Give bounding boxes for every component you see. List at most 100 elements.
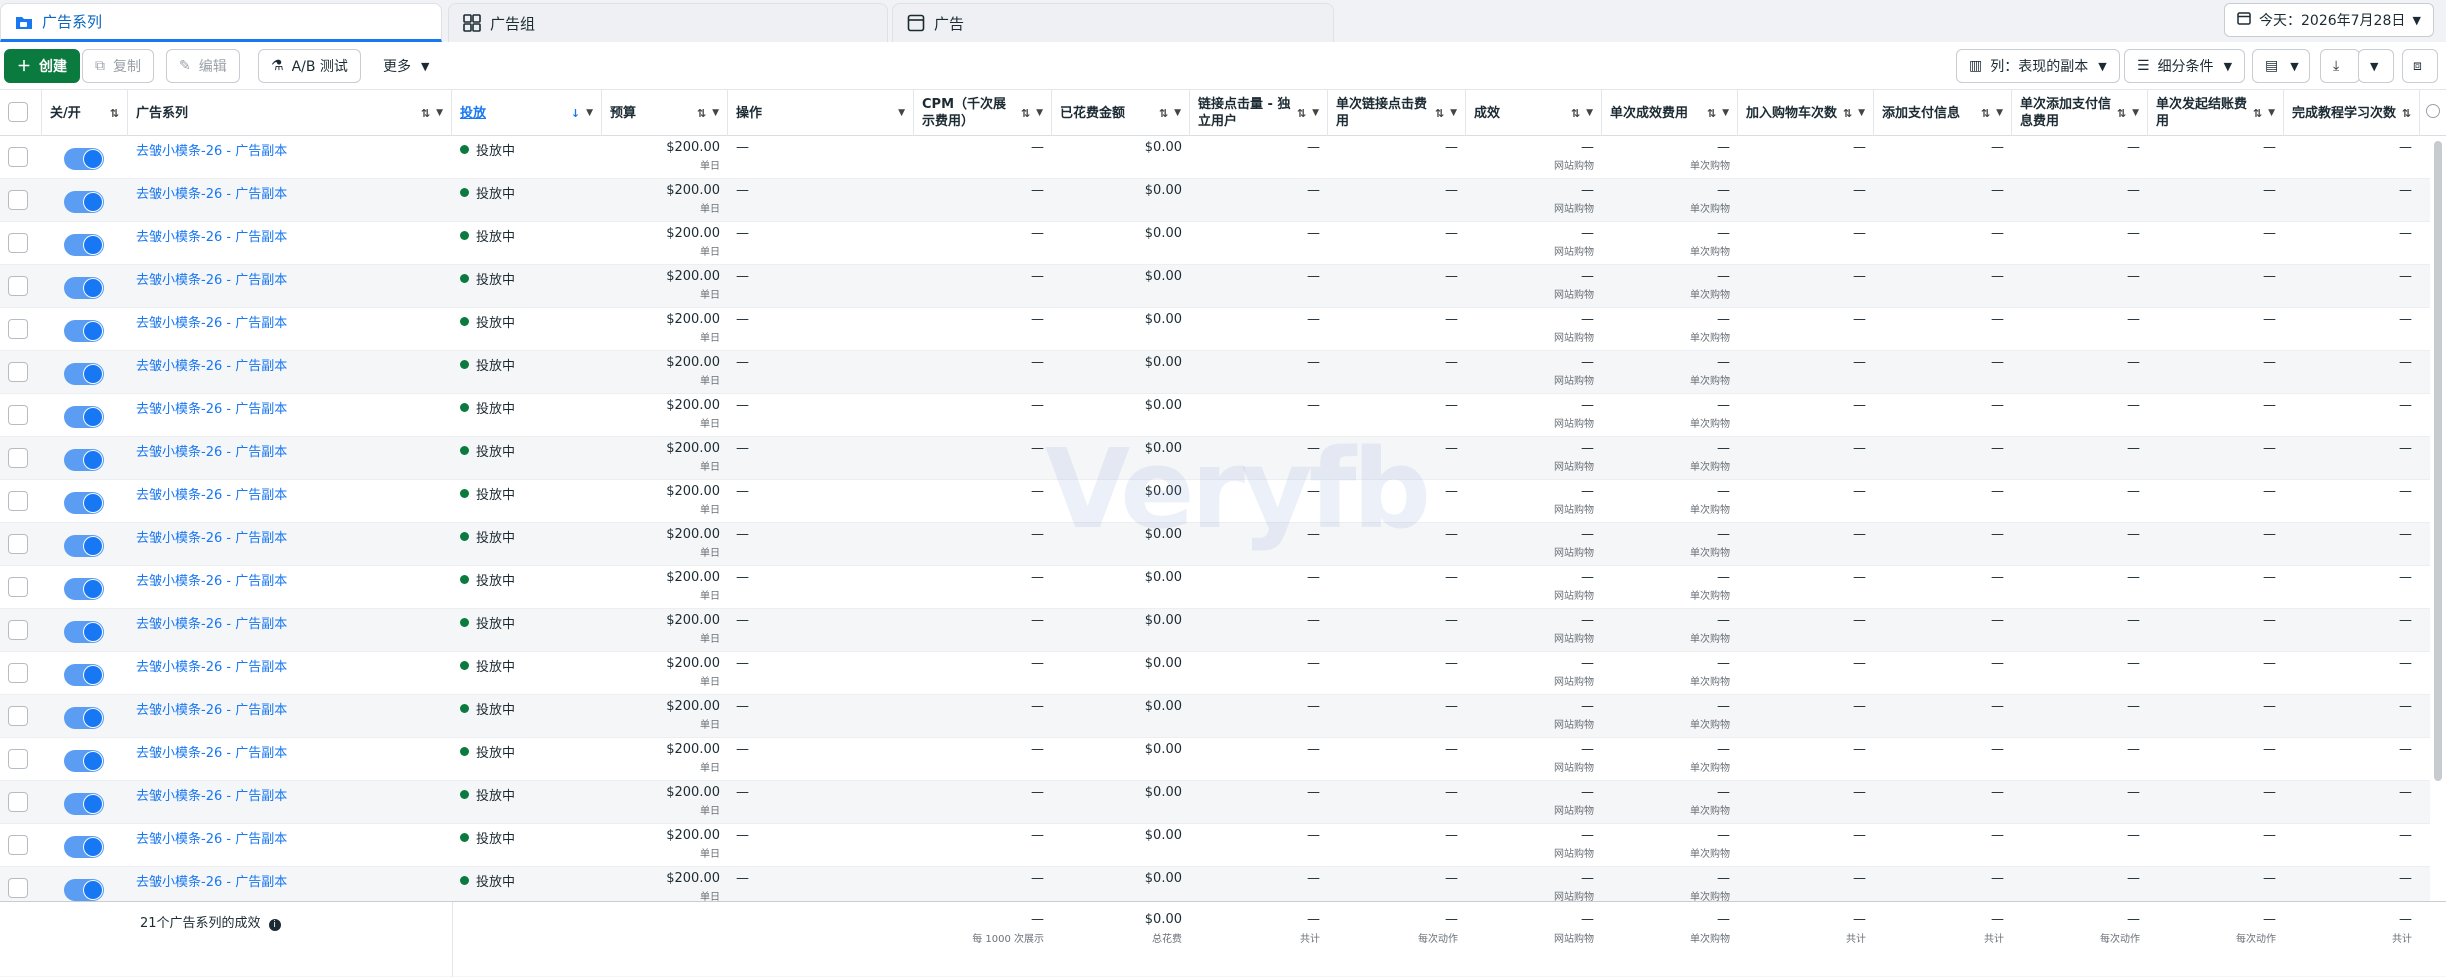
row-checkbox[interactable] [8,620,28,640]
table-row[interactable]: 去皱小模条-26 - 广告副本 投放中 $200.00 单日 — — — — — — — — — $0.0… [0,738,2430,781]
chevron-down-icon[interactable]: ▼ [712,105,719,122]
campaign-name-link[interactable]: 去皱小模条-26 - 广告副本 [136,746,287,761]
campaign-toggle[interactable] [64,535,104,557]
row-checkbox[interactable] [8,491,28,511]
sort-icon[interactable]: ⇅ [2253,105,2262,122]
chevron-down-icon[interactable]: ▼ [2268,105,2275,122]
breakdown-button[interactable]: ☰ 细分条件 ▼ [2124,49,2246,83]
campaign-name-link[interactable]: 去皱小模条-26 - 广告副本 [136,832,287,847]
table-row[interactable]: 去皱小模条-26 - 广告副本 投放中 $200.00 单日 — — — — — — — — — $0.0… [0,867,2430,901]
campaign-toggle[interactable] [64,492,104,514]
vertical-scrollbar[interactable] [2434,141,2442,781]
table-row[interactable]: 去皱小模条-26 - 广告副本 投放中 $200.00 单日 — — — — — — — — — $0.0… [0,437,2430,480]
tab-adsets[interactable]: 广告组 [448,3,888,42]
chevron-down-icon[interactable]: ▼ [1312,105,1319,122]
table-row[interactable]: 去皱小模条-26 - 广告副本 投放中 $200.00 单日 — — — — — — — — — $0.0… [0,781,2430,824]
campaign-name-link[interactable]: 去皱小模条-26 - 广告副本 [136,789,287,804]
campaign-toggle[interactable] [64,664,104,686]
chevron-down-icon[interactable]: ▼ [1450,105,1457,122]
campaign-name-link[interactable]: 去皱小模条-26 - 广告副本 [136,144,287,159]
campaign-name-link[interactable]: 去皱小模条-26 - 广告副本 [136,531,287,546]
campaign-name-link[interactable]: 去皱小模条-26 - 广告副本 [136,703,287,718]
chevron-down-icon[interactable]: ▼ [898,105,905,122]
col-onoff[interactable]: 关/开 ⇅ [42,90,128,136]
col-results[interactable]: 成效 ⇅ ▼ [1466,90,1602,136]
row-checkbox[interactable] [8,233,28,253]
tab-campaigns[interactable]: 广告系列 [0,3,442,42]
table-row[interactable]: 去皱小模条-26 - 广告副本 投放中 $200.00 单日 — — — — — — — — — $0.0… [0,566,2430,609]
chevron-down-icon[interactable]: ▼ [1858,105,1865,122]
ab-test-button[interactable]: ⚗ A/B 测试 [258,49,361,83]
chevron-down-icon[interactable]: ▼ [436,105,443,122]
chart-view-button[interactable]: ⧈ [2402,49,2438,83]
row-checkbox[interactable] [8,835,28,855]
campaign-name-link[interactable]: 去皱小模条-26 - 广告副本 [136,230,287,245]
campaign-name-link[interactable]: 去皱小模条-26 - 广告副本 [136,273,287,288]
campaign-name-link[interactable]: 去皱小模条-26 - 广告副本 [136,488,287,503]
col-add-payment[interactable]: 添加支付信息 ⇅ ▼ [1874,90,2012,136]
campaign-toggle[interactable] [64,793,104,815]
row-checkbox[interactable] [8,534,28,554]
sort-icon[interactable]: ↓ [571,105,580,122]
row-checkbox[interactable] [8,362,28,382]
column-settings-icon[interactable] [2426,104,2440,118]
chevron-down-icon[interactable]: ▼ [1996,105,2003,122]
row-checkbox[interactable] [8,276,28,296]
more-button[interactable]: 更多 ▼ [370,49,443,83]
col-link-clicks[interactable]: 链接点击量 - 独立用户 ⇅ ▼ [1190,90,1328,136]
table-row[interactable]: 去皱小模条-26 - 广告副本 投放中 $200.00 单日 — — — — — — — — — $0.0… [0,609,2430,652]
row-checkbox[interactable] [8,749,28,769]
col-actions[interactable]: 操作 ▼ [728,90,914,136]
col-delivery[interactable]: 投放 ↓ ▼ [452,90,602,136]
campaign-toggle[interactable] [64,191,104,213]
sort-icon[interactable]: ⇅ [1981,105,1990,122]
campaign-toggle[interactable] [64,406,104,428]
sort-icon[interactable]: ⇅ [1843,105,1852,122]
info-icon[interactable]: i [268,919,281,931]
campaign-toggle[interactable] [64,234,104,256]
col-campaign[interactable]: 广告系列 ⇅ ▼ [128,90,452,136]
campaign-toggle[interactable] [64,578,104,600]
chevron-down-icon[interactable]: ▼ [1586,105,1593,122]
sort-icon[interactable]: ⇅ [1159,105,1168,122]
col-add-to-cart[interactable]: 加入购物车次数 ⇅ ▼ [1738,90,1874,136]
col-cplc[interactable]: 单次链接点击费用 ⇅ ▼ [1328,90,1466,136]
campaign-toggle[interactable] [64,277,104,299]
create-button[interactable]: ＋ 创建 [4,49,80,83]
chevron-down-icon[interactable]: ▼ [1722,105,1729,122]
sort-icon[interactable]: ⇅ [1707,105,1716,122]
table-row[interactable]: 去皱小模条-26 - 广告副本 投放中 $200.00 单日 — — — — — — — — — $0.0… [0,695,2430,738]
row-checkbox[interactable] [8,706,28,726]
table-row[interactable]: 去皱小模条-26 - 广告副本 投放中 $200.00 单日 — — — — — — — — — $0.0… [0,523,2430,566]
table-row[interactable]: 去皱小模条-26 - 广告副本 投放中 $200.00 单日 — — — — — — — — — $0.0… [0,394,2430,437]
chevron-down-icon[interactable]: ▼ [2132,105,2139,122]
sort-icon[interactable]: ⇅ [697,105,706,122]
campaign-name-link[interactable]: 去皱小模条-26 - 广告副本 [136,445,287,460]
campaign-toggle[interactable] [64,836,104,858]
sort-icon[interactable]: ⇅ [2117,105,2126,122]
campaign-toggle[interactable] [64,750,104,772]
tab-ads[interactable]: 广告 [892,3,1334,42]
table-row[interactable]: 去皱小模条-26 - 广告副本 投放中 $200.00 单日 — — — — — — — — — $0.0… [0,308,2430,351]
col-cost-per-payment[interactable]: 单次添加支付信息费用 ⇅ ▼ [2012,90,2148,136]
campaign-toggle[interactable] [64,449,104,471]
table-row[interactable]: 去皱小模条-26 - 广告副本 投放中 $200.00 单日 — — — — — — — — — $0.0… [0,824,2430,867]
row-checkbox[interactable] [8,663,28,683]
row-checkbox[interactable] [8,448,28,468]
row-checkbox[interactable] [8,792,28,812]
campaign-toggle[interactable] [64,363,104,385]
export-button[interactable]: ⤓ [2320,49,2360,83]
table-row[interactable]: 去皱小模条-26 - 广告副本 投放中 $200.00 单日 — — — — — — — — — $0.0… [0,136,2430,179]
col-budget[interactable]: 预算 ⇅ ▼ [602,90,728,136]
campaign-name-link[interactable]: 去皱小模条-26 - 广告副本 [136,660,287,675]
sort-icon[interactable]: ⇅ [1297,105,1306,122]
chevron-down-icon[interactable]: ▼ [586,105,593,122]
export-menu-button[interactable]: ▼ [2358,49,2394,83]
reports-button[interactable]: ▤ ▼ [2252,49,2310,83]
campaign-toggle[interactable] [64,707,104,729]
col-cpm[interactable]: CPM（千次展示费用） ⇅ ▼ [914,90,1052,136]
table-row[interactable]: 去皱小模条-26 - 广告副本 投放中 $200.00 单日 — — — — — — — — — $0.0… [0,222,2430,265]
col-spent[interactable]: 已花费金额 ⇅ ▼ [1052,90,1190,136]
edit-button[interactable]: ✎ 编辑 [166,49,240,83]
sort-icon[interactable]: ⇅ [1571,105,1580,122]
